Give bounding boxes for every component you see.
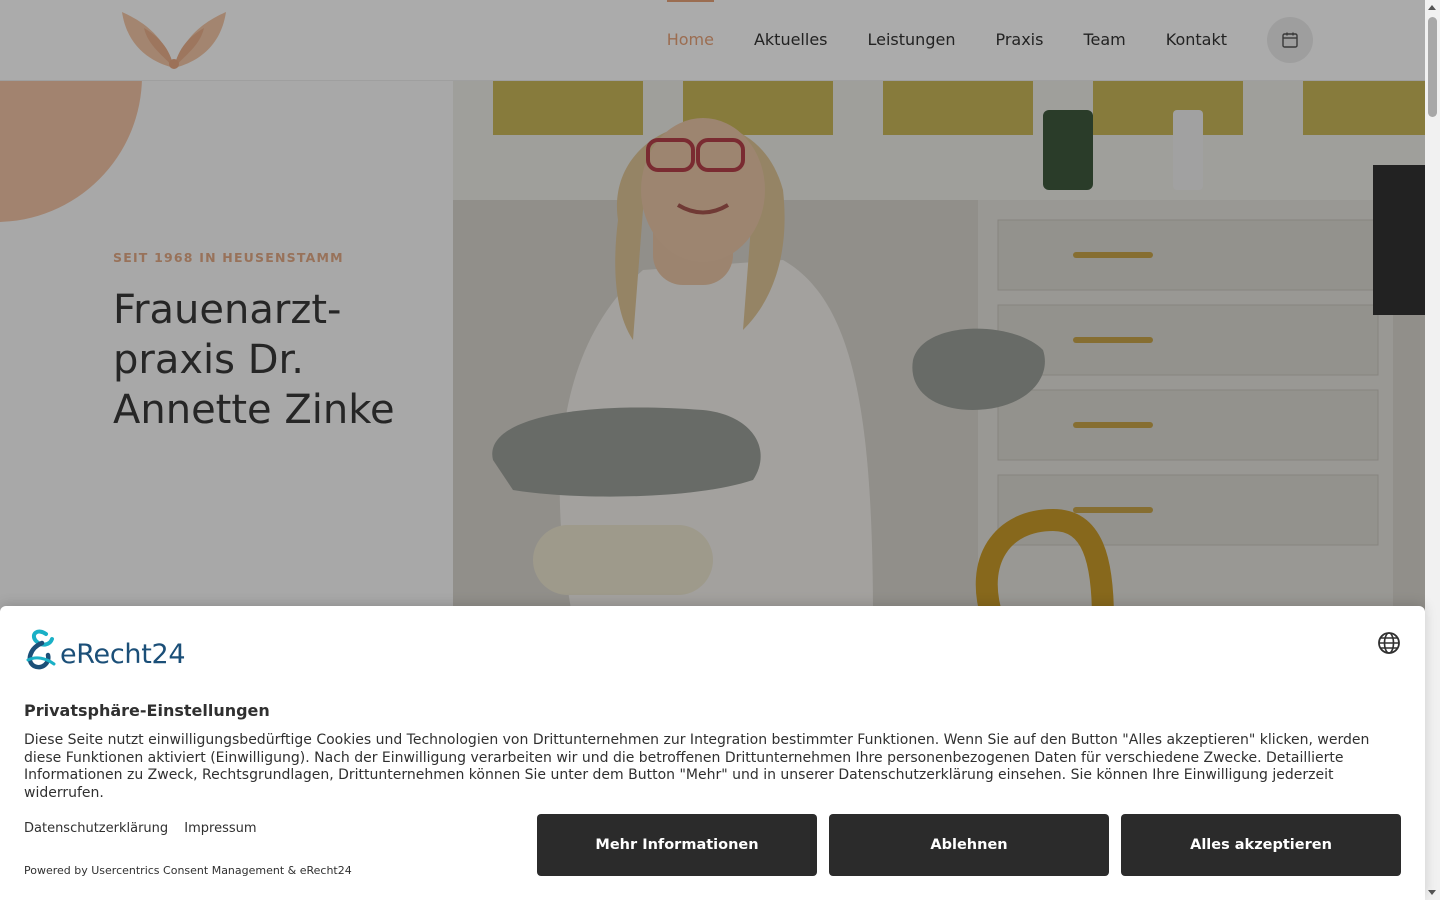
consent-description: Diese Seite nutzt einwilligungsbedürftig… [24,732,1370,801]
language-globe-icon[interactable] [1377,631,1401,655]
page-scrollbar[interactable] [1425,0,1440,900]
erecht24-logo: eRecht24 [24,628,186,670]
consent-links: Datenschutzerklärung Impressum [24,821,269,836]
erecht24-mark-icon [26,629,56,670]
imprint-link[interactable]: Impressum [184,821,256,836]
scroll-down-arrow-icon[interactable] [1428,890,1436,895]
scroll-up-arrow-icon[interactable] [1428,5,1436,10]
deny-button[interactable]: Ablehnen [829,814,1109,876]
powered-by-text: Powered by Usercentrics Consent Manageme… [24,864,352,877]
privacy-policy-link[interactable]: Datenschutzerklärung [24,821,168,836]
scrollbar-thumb[interactable] [1428,17,1437,117]
consent-banner: eRecht24 Privatsphäre-Einstellungen Dies… [0,606,1425,900]
erecht24-brand-text: eRecht24 [60,639,186,670]
accept-all-button[interactable]: Alles akzeptieren [1121,814,1401,876]
consent-title: Privatsphäre-Einstellungen [24,701,270,720]
more-information-button[interactable]: Mehr Informationen [537,814,817,876]
